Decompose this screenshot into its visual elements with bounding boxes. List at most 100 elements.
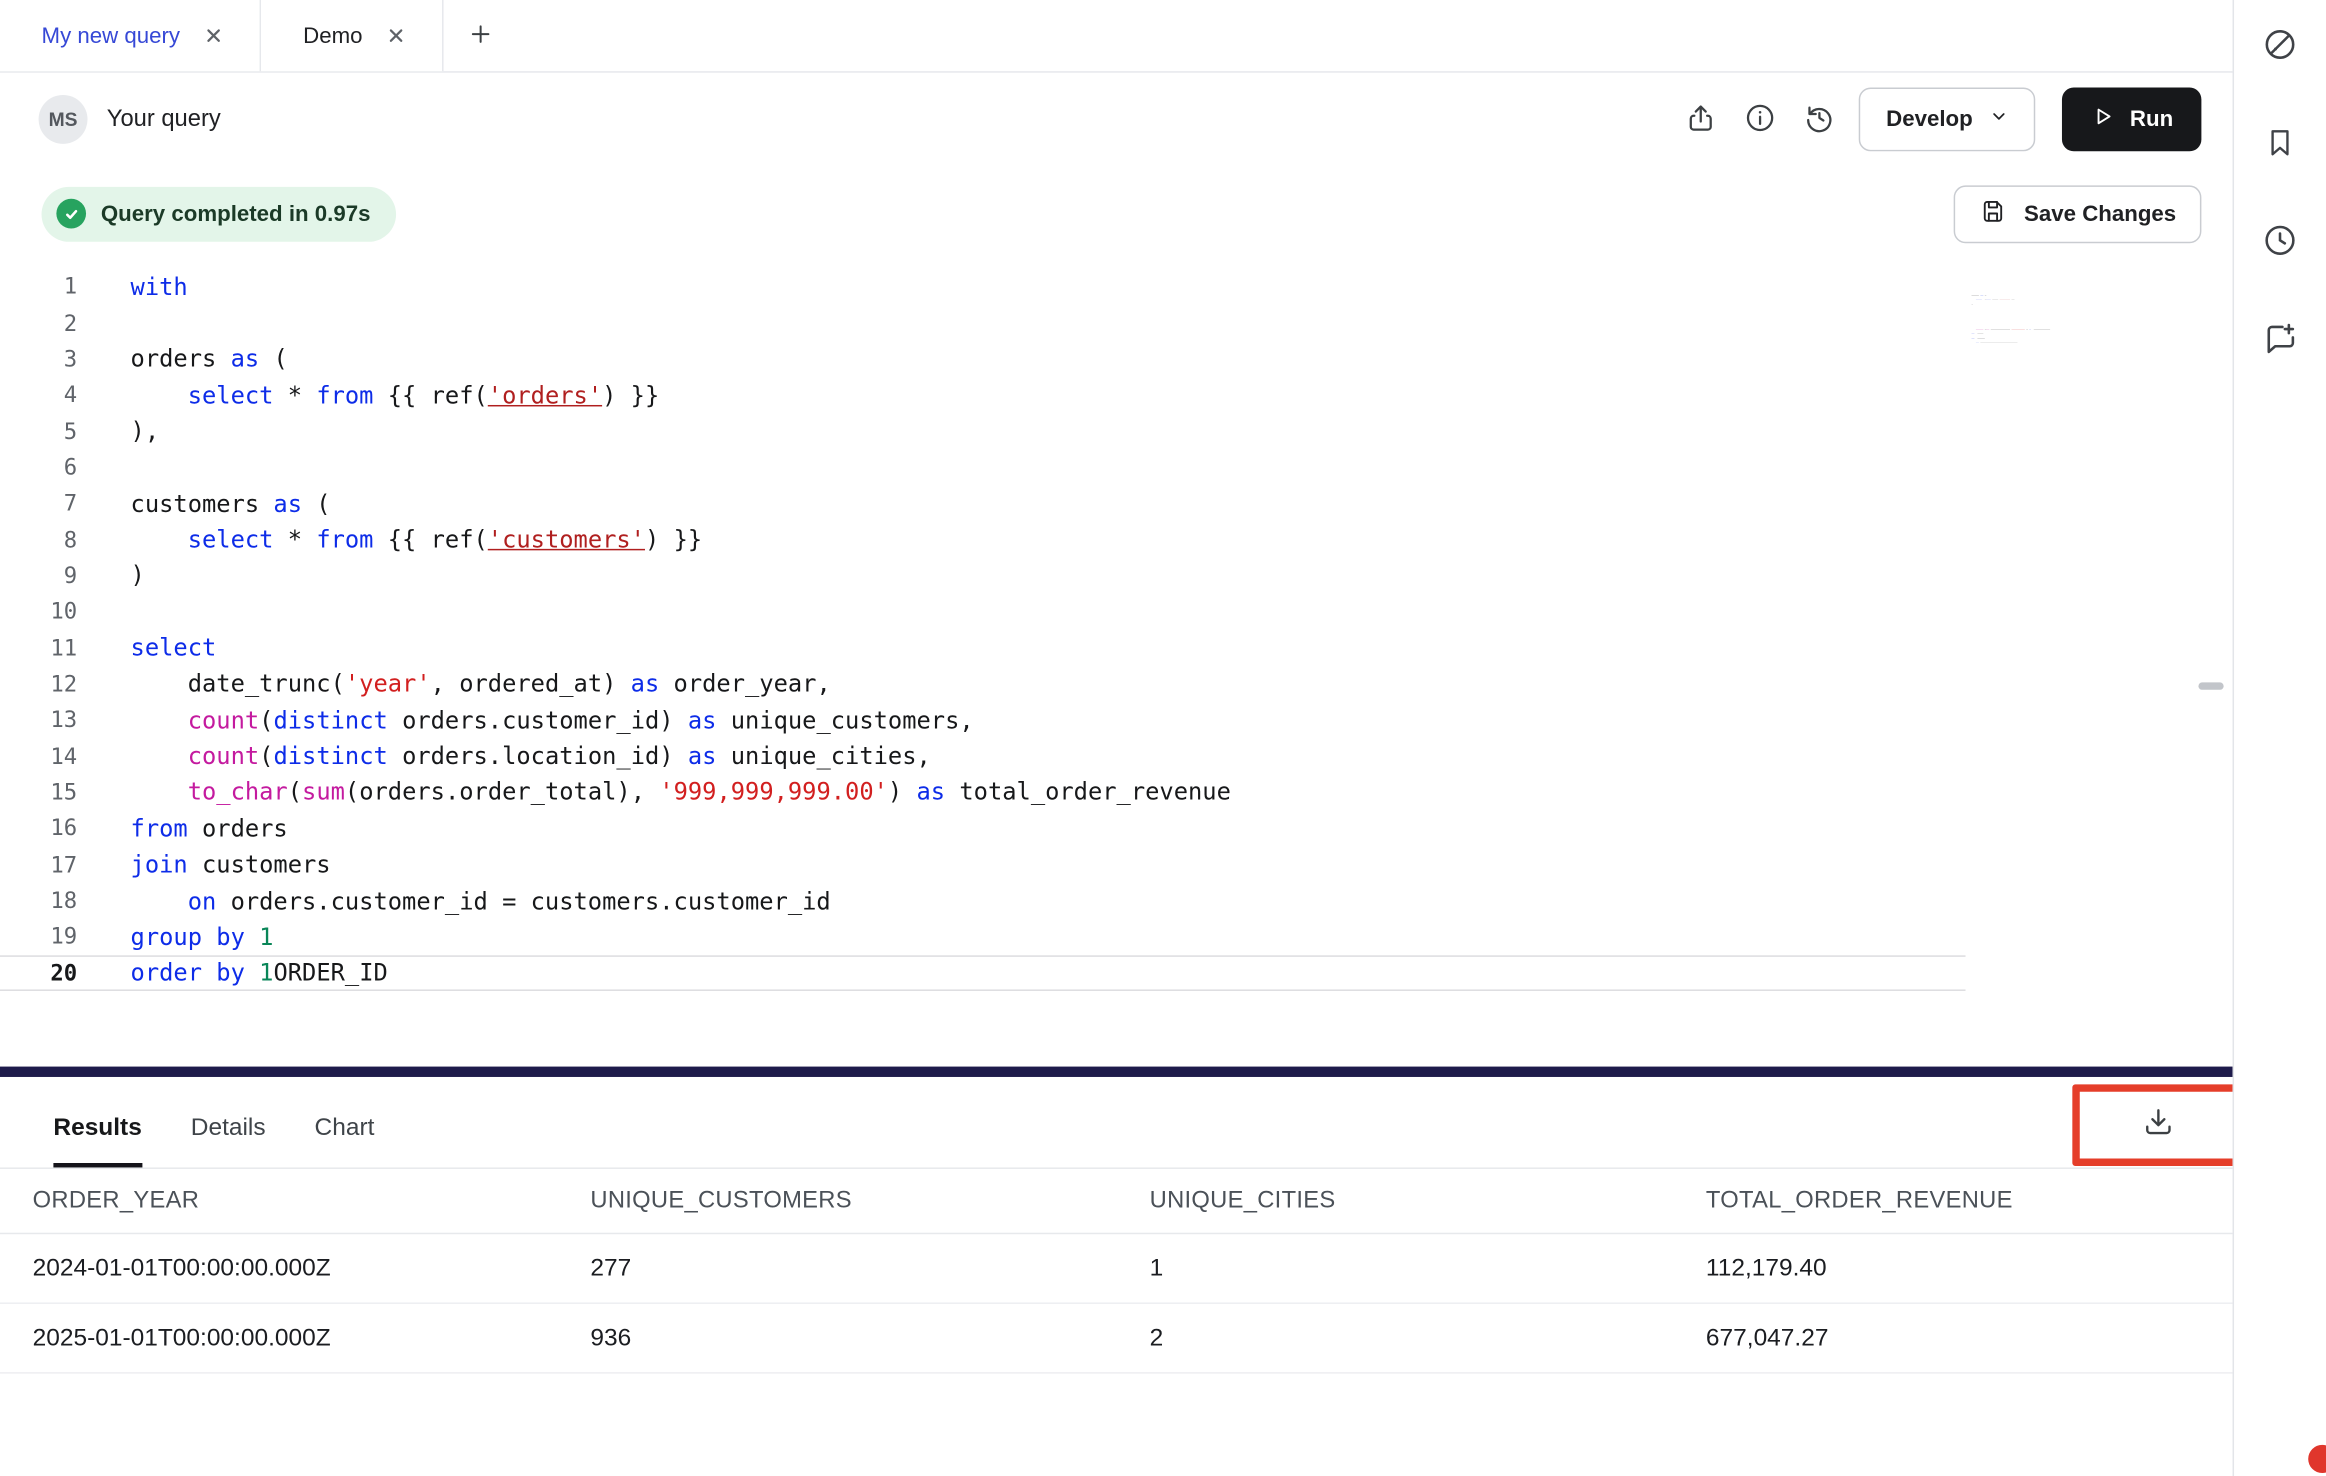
code-text: orders as ( xyxy=(77,345,288,373)
tab-chart[interactable]: Chart xyxy=(315,1114,375,1167)
download-results-button[interactable] xyxy=(2136,1101,2181,1146)
code-text: select xyxy=(77,634,216,662)
line-number: 17 xyxy=(0,851,77,878)
line-number: 5 xyxy=(0,418,77,445)
code-line-4[interactable]: 4 select * from {{ ref('orders') }} xyxy=(0,377,2233,413)
save-icon xyxy=(1980,197,2008,231)
line-number: 20 xyxy=(0,959,77,986)
code-line-20[interactable]: 20order by 1ORDER_ID xyxy=(0,955,1966,991)
line-number: 14 xyxy=(0,743,77,770)
tab-results[interactable]: Results xyxy=(53,1114,141,1167)
line-number: 9 xyxy=(0,562,77,589)
line-number: 19 xyxy=(0,923,77,950)
code-line-16[interactable]: 16from orders xyxy=(0,810,2233,846)
run-label: Run xyxy=(2130,107,2173,132)
run-button[interactable]: Run xyxy=(2062,88,2202,152)
column-header: UNIQUE_CUSTOMERS xyxy=(590,1187,1149,1214)
play-icon xyxy=(2090,104,2115,135)
main-area: My new query Demo MS Your query xyxy=(0,0,2233,1476)
code-line-18[interactable]: 18 on orders.customer_id = customers.cus… xyxy=(0,882,2233,918)
sql-editor[interactable]: 1with23orders as (4 select * from {{ ref… xyxy=(0,261,2233,1066)
line-number: 4 xyxy=(0,382,77,409)
line-number: 12 xyxy=(0,670,77,697)
tab-my-new-query[interactable]: My new query xyxy=(0,0,262,71)
query-status-badge: Query completed in 0.97s xyxy=(42,186,396,241)
line-number: 16 xyxy=(0,815,77,842)
code-line-11[interactable]: 11select xyxy=(0,630,2233,666)
table-row[interactable]: 2024-01-01T00:00:00.000Z2771112,179.40 xyxy=(0,1234,2233,1304)
editor-scrollbar-thumb[interactable] xyxy=(2198,682,2223,689)
results-tab-bar: Results Details Chart xyxy=(0,1077,2233,1169)
code-line-6[interactable]: 6 xyxy=(0,449,2233,485)
code-text: with xyxy=(77,272,188,300)
close-icon[interactable] xyxy=(386,25,407,46)
develop-dropdown[interactable]: Develop xyxy=(1859,88,2035,152)
code-text: select * from {{ ref('orders') }} xyxy=(77,381,659,409)
code-text: select * from {{ ref('customers') }} xyxy=(77,525,702,553)
panel-resize-divider[interactable] xyxy=(0,1067,2233,1077)
table-cell: 2024-01-01T00:00:00.000Z xyxy=(33,1254,591,1282)
code-line-2[interactable]: 2 xyxy=(0,305,2233,341)
code-line-17[interactable]: 17join customers xyxy=(0,846,2233,882)
code-text: group by 1 xyxy=(77,922,273,950)
table-cell: 677,047.27 xyxy=(1706,1324,2233,1352)
query-history-button[interactable] xyxy=(1790,90,1849,149)
debug-button[interactable] xyxy=(2259,25,2301,67)
code-line-9[interactable]: 9) xyxy=(0,557,2233,593)
code-line-12[interactable]: 12 date_trunc('year', ordered_at) as ord… xyxy=(0,666,2233,702)
table-cell: 112,179.40 xyxy=(1706,1254,2233,1282)
code-text: from orders xyxy=(77,814,288,842)
table-row[interactable]: 2025-01-01T00:00:00.000Z9362677,047.27 xyxy=(0,1304,2233,1374)
minimap-line xyxy=(1971,347,2070,351)
line-number: 3 xyxy=(0,345,77,372)
tab-details[interactable]: Details xyxy=(191,1114,266,1167)
code-line-3[interactable]: 3orders as ( xyxy=(0,341,2233,377)
right-toolbar-rail xyxy=(2233,0,2326,1476)
save-changes-label: Save Changes xyxy=(2024,201,2176,226)
share-button[interactable] xyxy=(1671,90,1730,149)
chevron-down-icon xyxy=(1989,107,2008,132)
code-line-5[interactable]: 5), xyxy=(0,413,2233,449)
line-number: 10 xyxy=(0,598,77,625)
code-line-7[interactable]: 7customers as ( xyxy=(0,485,2233,521)
table-header-row: ORDER_YEARUNIQUE_CUSTOMERSUNIQUE_CITIEST… xyxy=(0,1169,2233,1234)
code-line-8[interactable]: 8 select * from {{ ref('customers') }} xyxy=(0,521,2233,557)
code-lines: 1with23orders as (4 select * from {{ ref… xyxy=(0,268,2233,990)
bookmark-button[interactable] xyxy=(2259,123,2301,165)
code-text: date_trunc('year', ordered_at) as order_… xyxy=(77,670,831,698)
tab-label: Demo xyxy=(303,23,362,48)
info-icon xyxy=(1743,100,1777,139)
code-text: ) xyxy=(77,561,145,589)
code-text: count(distinct orders.location_id) as un… xyxy=(77,742,931,770)
new-tab-button[interactable] xyxy=(444,0,518,71)
code-line-14[interactable]: 14 count(distinct orders.location_id) as… xyxy=(0,738,2233,774)
code-line-13[interactable]: 13 count(distinct orders.customer_id) as… xyxy=(0,702,2233,738)
tab-label: My new query xyxy=(42,23,181,48)
code-line-19[interactable]: 19group by 1 xyxy=(0,919,2233,955)
share-icon xyxy=(1684,100,1718,139)
table-cell: 277 xyxy=(590,1254,1149,1282)
code-line-15[interactable]: 15 to_char(sum(orders.order_total), '999… xyxy=(0,774,2233,810)
line-number: 7 xyxy=(0,490,77,517)
develop-label: Develop xyxy=(1886,107,1973,132)
bookmark-icon xyxy=(2262,124,2298,164)
plus-icon xyxy=(468,20,495,51)
line-number: 18 xyxy=(0,887,77,914)
code-line-10[interactable]: 10 xyxy=(0,594,2233,630)
save-changes-button[interactable]: Save Changes xyxy=(1954,185,2201,243)
minimap[interactable] xyxy=(1971,266,2070,352)
feedback-icon xyxy=(2261,318,2300,361)
column-header: UNIQUE_CITIES xyxy=(1150,1187,1706,1214)
table-cell: 936 xyxy=(590,1324,1149,1352)
close-icon[interactable] xyxy=(204,25,225,46)
code-text: customers as ( xyxy=(77,489,330,517)
info-button[interactable] xyxy=(1730,90,1789,149)
history-rail-button[interactable] xyxy=(2259,221,2301,263)
query-header: MS Your query Develop xyxy=(0,73,2233,166)
avatar[interactable]: MS xyxy=(39,95,88,144)
feedback-button[interactable] xyxy=(2259,319,2301,361)
code-line-1[interactable]: 1with xyxy=(0,268,2233,304)
download-icon xyxy=(2141,1103,2177,1143)
tab-demo[interactable]: Demo xyxy=(262,0,444,71)
column-header: ORDER_YEAR xyxy=(33,1187,591,1214)
